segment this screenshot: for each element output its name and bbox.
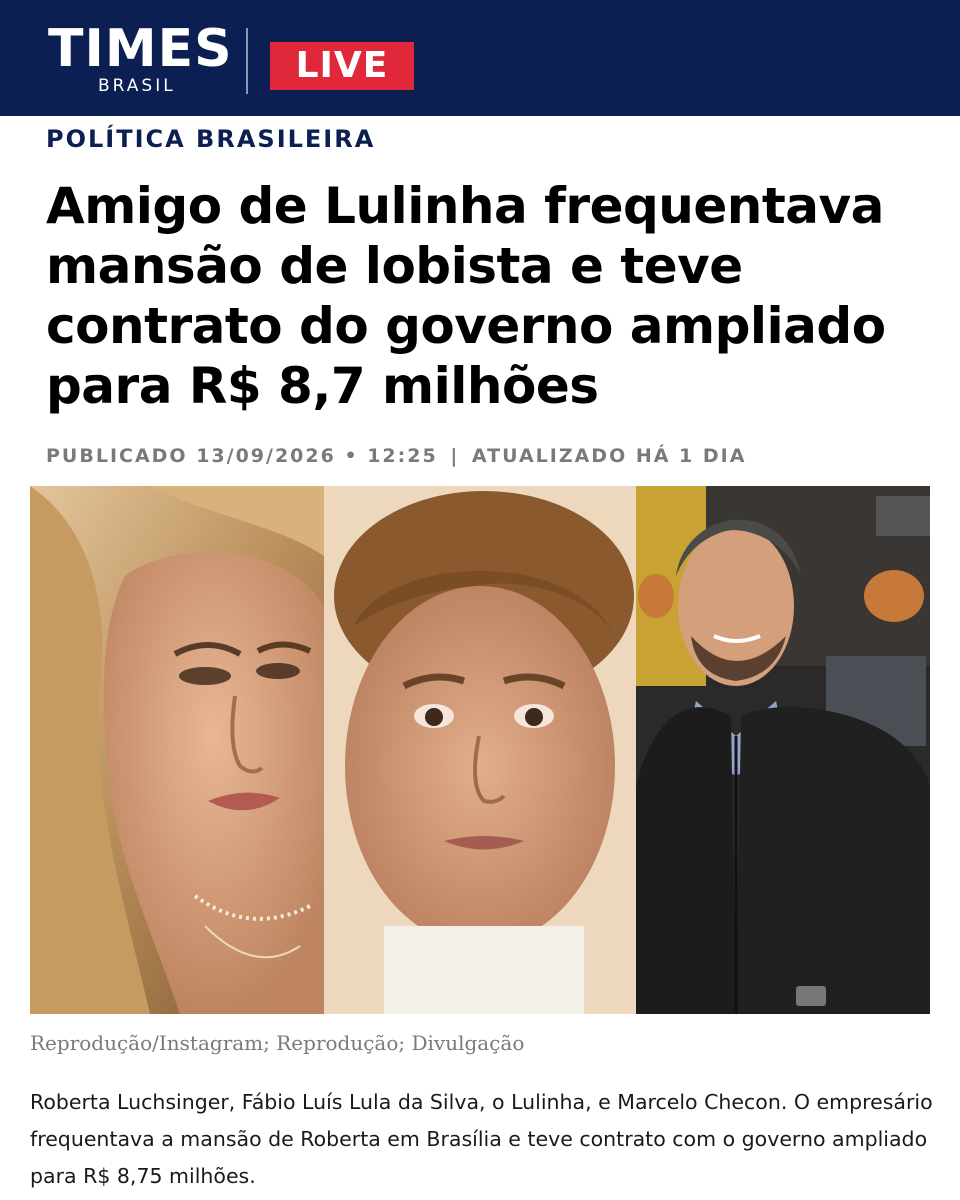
updated-date: ATUALIZADO HÁ 1 DIA <box>471 445 747 467</box>
logo-wordmark[interactable]: TIMES <box>48 22 233 76</box>
portrait-marcelo <box>636 486 930 1014</box>
portrait-woman <box>30 486 324 1014</box>
published-date: PUBLICADO 13/09/2026 • 12:25 <box>46 445 438 467</box>
article-photo <box>30 486 930 1014</box>
portrait-fabio <box>324 486 636 1014</box>
logo-subtitle: BRASIL <box>98 76 176 96</box>
section-label[interactable]: POLÍTICA BRASILEIRA <box>46 124 375 154</box>
article-meta: PUBLICADO 13/09/2026 • 12:25 | ATUALIZAD… <box>46 444 746 468</box>
site-header: TIMES BRASIL LIVE <box>0 0 960 116</box>
photo-caption: Roberta Luchsinger, Fábio Luís Lula da S… <box>30 1090 933 1188</box>
article-headline: Amigo de Lulinha frequentava mansão de l… <box>46 177 886 415</box>
live-badge[interactable]: LIVE <box>270 42 414 90</box>
meta-separator: | <box>450 445 460 467</box>
header-divider <box>246 28 248 94</box>
photo-credit: Reprodução/Instagram; Reprodução; Divulg… <box>30 1031 525 1055</box>
